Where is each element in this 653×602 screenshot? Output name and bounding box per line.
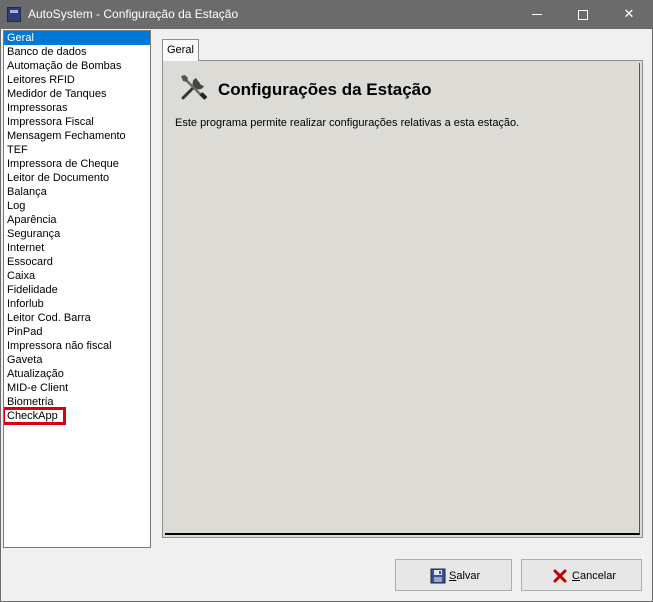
cancel-x-icon xyxy=(553,569,567,583)
sidebar-item-biometria[interactable]: Biometria xyxy=(4,395,150,409)
sidebar-item-atualizacao[interactable]: Atualização xyxy=(4,367,150,381)
sidebar-item-leitores-rfid[interactable]: Leitores RFID xyxy=(4,73,150,87)
save-label: Salvar xyxy=(449,570,480,582)
sidebar-item-automacao-de-bombas[interactable]: Automação de Bombas xyxy=(4,59,150,73)
sidebar-item-impressora-fiscal[interactable]: Impressora Fiscal xyxy=(4,115,150,129)
close-button[interactable]: ✕ xyxy=(606,0,652,29)
sidebar-item-internet[interactable]: Internet xyxy=(4,241,150,255)
sidebar-item-gaveta[interactable]: Gaveta xyxy=(4,353,150,367)
sidebar-item-leitor-de-documento[interactable]: Leitor de Documento xyxy=(4,171,150,185)
close-icon: ✕ xyxy=(623,7,635,22)
maximize-button[interactable] xyxy=(560,0,606,29)
sidebar-item-fidelidade[interactable]: Fidelidade xyxy=(4,283,150,297)
config-category-list[interactable]: Geral Banco de dados Automação de Bombas Le… xyxy=(3,30,151,548)
save-label-rest: alvar xyxy=(456,570,481,582)
sidebar-item-leitor-cod-barra[interactable]: Leitor Cod. Barra xyxy=(4,311,150,325)
window-title: AutoSystem - Configuração da Estação xyxy=(28,7,239,21)
cancel-label-rest: ancelar xyxy=(579,570,617,582)
save-button[interactable]: Salvar xyxy=(395,559,512,591)
cancel-button[interactable]: Cancelar xyxy=(521,559,642,591)
sidebar-item-checkapp[interactable]: CheckApp xyxy=(4,407,66,425)
sidebar-item-pinpad[interactable]: PinPad xyxy=(4,325,150,339)
sidebar-item-impressora-nao-fiscal[interactable]: Impressora não fiscal xyxy=(4,339,150,353)
maximize-icon xyxy=(578,9,588,20)
cancel-label: Cancelar xyxy=(572,570,616,582)
tab-geral[interactable]: Geral xyxy=(162,39,199,61)
sidebar-item-seguranca[interactable]: Segurança xyxy=(4,227,150,241)
sidebar-item-log[interactable]: Log xyxy=(4,199,150,213)
sidebar-item-mid-e-client[interactable]: MID-e Client xyxy=(4,381,150,395)
cancel-label-mnemonic: C xyxy=(572,570,580,582)
minimize-icon xyxy=(532,14,542,15)
tab-panel: Configurações da Estação Este programa p… xyxy=(162,60,643,538)
sidebar-item-tef[interactable]: TEF xyxy=(4,143,150,157)
sidebar-item-impressora-de-cheque[interactable]: Impressora de Cheque xyxy=(4,157,150,171)
minimize-button[interactable] xyxy=(514,0,560,29)
page-title: Configurações da Estação xyxy=(218,80,432,99)
sidebar-item-geral[interactable]: Geral xyxy=(4,31,150,45)
sidebar-item-impressoras[interactable]: Impressoras xyxy=(4,101,150,115)
sidebar-item-medidor-de-tanques[interactable]: Medidor de Tanques xyxy=(4,87,150,101)
sidebar-item-inforlub[interactable]: Inforlub xyxy=(4,297,150,311)
sidebar-item-balanca[interactable]: Balança xyxy=(4,185,150,199)
floppy-disk-icon xyxy=(430,568,446,584)
sidebar-item-banco-de-dados[interactable]: Banco de dados xyxy=(4,45,150,59)
sidebar-item-essocard[interactable]: Essocard xyxy=(4,255,150,269)
page-description: Este programa permite realizar configura… xyxy=(175,117,520,129)
tools-icon xyxy=(181,75,208,100)
dialog-body: Geral Banco de dados Automação de Bombas Le… xyxy=(0,29,653,602)
tab-panel-content: Configurações da Estação Este programa p… xyxy=(165,63,640,535)
app-icon xyxy=(7,7,21,22)
sidebar-item-aparencia[interactable]: Aparência xyxy=(4,213,150,227)
title-bar[interactable]: AutoSystem - Configuração da Estação ✕ xyxy=(0,0,653,29)
sidebar-item-caixa[interactable]: Caixa xyxy=(4,269,150,283)
sidebar-item-mensagem-fechamento[interactable]: Mensagem Fechamento xyxy=(4,129,150,143)
